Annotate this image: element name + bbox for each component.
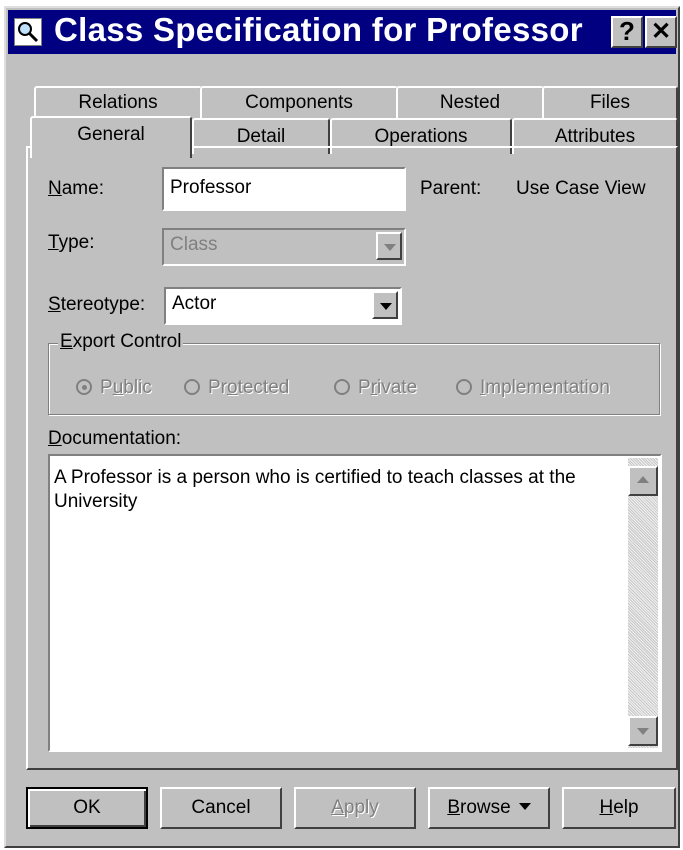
- radio-icon: [334, 379, 350, 395]
- tab-files[interactable]: Files: [542, 86, 678, 120]
- magnifier-icon: [14, 18, 42, 46]
- type-dropdown-button: [376, 232, 402, 260]
- type-dropdown: Class: [162, 228, 406, 266]
- export-control-legend: Export Control: [58, 331, 184, 353]
- parent-label: Parent:: [420, 178, 482, 199]
- radio-public: Public: [76, 377, 152, 399]
- chevron-down-icon: [380, 303, 392, 310]
- radio-implementation: Implementation: [456, 377, 610, 399]
- name-field[interactable]: Professor: [162, 167, 406, 211]
- chevron-down-icon: [384, 244, 396, 251]
- ok-button[interactable]: OK: [26, 787, 148, 829]
- type-value: Class: [170, 234, 218, 255]
- tab-general[interactable]: General: [30, 116, 192, 158]
- documentation-textarea[interactable]: A Professor is a person who is certified…: [48, 454, 662, 752]
- radio-icon: [184, 379, 200, 395]
- apply-button: Apply: [294, 787, 416, 829]
- vertical-scrollbar[interactable]: [628, 458, 658, 748]
- tab-relations[interactable]: Relations: [34, 86, 202, 120]
- documentation-text[interactable]: A Professor is a person who is certified…: [54, 466, 614, 514]
- parent-value: Use Case View: [516, 178, 646, 199]
- scroll-up-button[interactable]: [628, 466, 658, 496]
- tab-components[interactable]: Components: [200, 86, 398, 120]
- cancel-button[interactable]: Cancel: [160, 787, 282, 829]
- documentation-label: Documentation:: [48, 428, 182, 449]
- close-button[interactable]: ✕: [645, 16, 677, 48]
- radio-selected-icon: [76, 379, 92, 395]
- arrow-up-icon: [637, 476, 649, 483]
- window-title: Class Specification for Professor: [54, 11, 583, 48]
- radio-private: Private: [334, 377, 417, 399]
- stereotype-dropdown[interactable]: Actor: [164, 287, 402, 325]
- help-title-button[interactable]: ?: [611, 16, 643, 48]
- help-button[interactable]: Help: [562, 787, 676, 829]
- browse-button[interactable]: Browse: [428, 787, 550, 829]
- radio-protected: Protected: [184, 377, 289, 399]
- scroll-down-button[interactable]: [628, 716, 658, 746]
- stereotype-value: Actor: [172, 293, 217, 314]
- name-label: Name:: [48, 178, 104, 199]
- chevron-down-icon: [518, 803, 531, 810]
- title-bar[interactable]: Class Specification for Professor ? ✕: [8, 10, 677, 54]
- type-label: Type:: [48, 232, 95, 253]
- tab-nested[interactable]: Nested: [396, 86, 544, 120]
- radio-icon: [456, 379, 472, 395]
- arrow-down-icon: [637, 728, 649, 735]
- stereotype-dropdown-button[interactable]: [372, 291, 398, 319]
- stereotype-label: Stereotype:: [48, 294, 146, 315]
